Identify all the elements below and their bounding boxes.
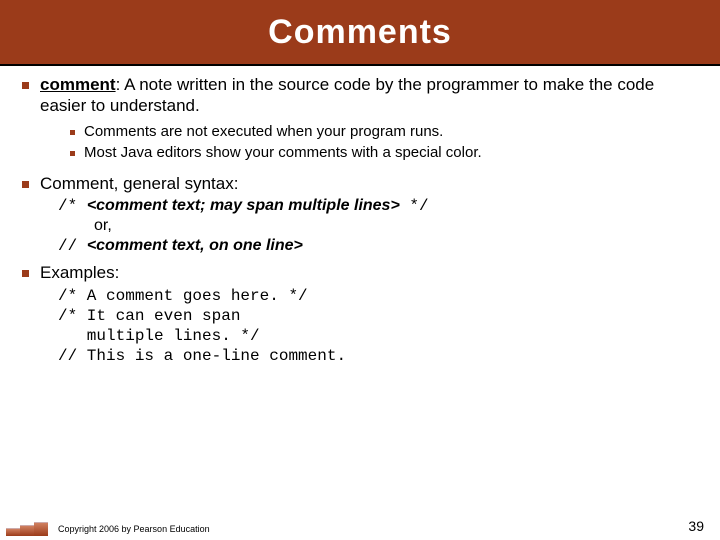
examples-label: Examples: <box>40 263 119 282</box>
syntax-body2: <comment text, on one line> <box>87 237 303 254</box>
bullet-examples: Examples: /* A comment goes here. */ /* … <box>22 262 700 365</box>
title-bar: Comments <box>0 0 720 66</box>
slide-content: comment: A note written in the source co… <box>0 66 720 366</box>
footer: Copyright 2006 by Pearson Education 39 <box>0 514 720 540</box>
page-number: 39 <box>688 518 704 534</box>
syntax-label: Comment, general syntax: <box>40 174 238 193</box>
bullet-definition: comment: A note written in the source co… <box>22 74 700 163</box>
sub-bullet-editor-color: Most Java editors show your comments wit… <box>70 144 700 163</box>
syntax-open2: // <box>58 237 87 255</box>
corner-decoration <box>6 518 50 536</box>
definition-text: : A note written in the source code by t… <box>40 75 654 115</box>
syntax-close1: */ <box>400 197 429 215</box>
syntax-open1: /* <box>58 197 87 215</box>
sub-bullet-not-executed: Comments are not executed when your prog… <box>70 123 700 142</box>
syntax-or: or, <box>94 216 700 236</box>
slide-title: Comments <box>268 13 452 52</box>
term-comment: comment <box>40 75 116 94</box>
syntax-block: /* <comment text; may span multiple line… <box>58 196 700 256</box>
examples-code: /* A comment goes here. */ /* It can eve… <box>58 286 700 366</box>
syntax-body1: <comment text; may span multiple lines> <box>87 197 400 214</box>
copyright-text: Copyright 2006 by Pearson Education <box>58 524 210 534</box>
bullet-syntax: Comment, general syntax: /* <comment tex… <box>22 173 700 256</box>
